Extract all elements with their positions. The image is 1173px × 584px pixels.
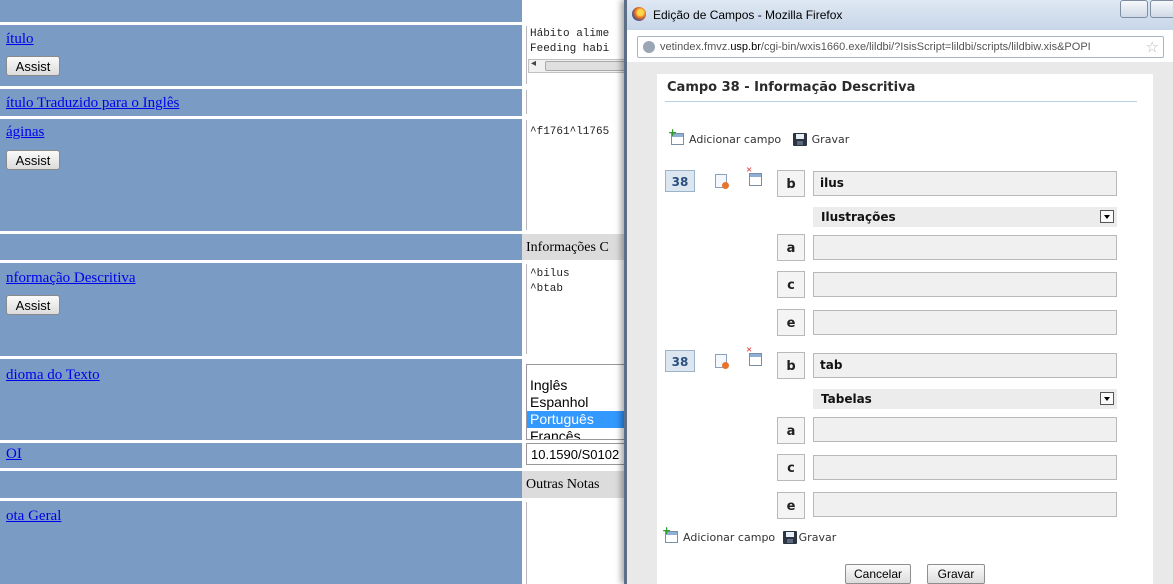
subfield-a-input[interactable] [813,235,1117,260]
firefox-icon [632,7,646,21]
subfield-a-label: a [777,234,805,261]
address-bar[interactable]: vetindex.fmvz.usp.br/cgi-bin/wxis1660.ex… [637,36,1164,58]
add-field-icon[interactable] [668,126,684,145]
save-icon[interactable] [782,530,797,544]
subfield-c-label: c [777,271,805,298]
subfield-b-select-value: Tabelas [821,392,872,406]
edit-occurrence-icon[interactable] [715,174,729,189]
subfield-b-input[interactable]: tab [813,353,1117,378]
idioma-option-frances[interactable]: Francês [527,428,631,439]
paginas-assist-button[interactable]: Assist [6,150,60,170]
doi-input[interactable]: 10.1590/S0102 [526,443,630,465]
delete-occurrence-icon[interactable] [746,344,762,366]
paginas-link[interactable]: áginas [6,124,44,141]
idioma-link[interactable]: dioma do Texto [6,367,100,384]
nota-geral-textarea[interactable] [526,502,631,584]
paginas-textarea[interactable]: ^f1761^l1765 [526,120,631,230]
popup-heading: Campo 38 - Informação Descritiva [667,80,916,95]
save-link-bottom[interactable]: Gravar [799,531,837,544]
subfield-b-label: b [777,352,805,379]
idioma-option-portugues[interactable]: Português [527,411,631,428]
edicao-campos-window: Edição de Campos - Mozilla Firefox vetin… [624,0,1173,584]
info-descritiva-assist-button[interactable]: Assist [6,295,60,315]
idioma-option-espanhol[interactable]: Espanhol [527,394,631,411]
subfield-c-input[interactable] [813,455,1117,480]
subfield-e-label: e [777,309,805,336]
paginas-value: ^f1761^l1765 [530,126,610,138]
idioma-listbox[interactable]: Inglês Espanhol Português Francês [526,364,631,440]
titulo-traduzido-link[interactable]: ítulo Traduzido para o Inglês [6,95,179,112]
edit-occurrence-icon[interactable] [715,354,729,369]
row-separator [0,498,630,501]
add-field-link-bottom[interactable]: Adicionar campo [683,531,775,544]
info-descritiva-link[interactable]: nformação Descritiva [6,270,136,287]
row-separator [0,116,630,119]
nota-geral-link[interactable]: ota Geral [6,508,61,525]
cancel-button[interactable]: Cancelar [845,564,911,584]
bookmark-star-icon[interactable]: ☆ [1146,37,1159,57]
row-separator [0,22,630,25]
heading-divider [665,101,1137,102]
add-field-icon[interactable] [662,524,678,543]
url-text: vetindex.fmvz.usp.br/cgi-bin/wxis1660.ex… [660,41,1091,53]
popup-content: Campo 38 - Informação Descritiva Adicion… [657,74,1153,584]
chevron-down-icon[interactable] [1100,210,1114,223]
field-tag-2: 38 [665,350,695,372]
row-separator [0,356,630,359]
delete-occurrence-icon[interactable] [746,164,762,186]
section-outras-notas-header: Outras Notas [522,471,630,498]
info-descritiva-textarea[interactable]: ^bilus ^btab [526,264,631,354]
popup-page: Campo 38 - Informação Descritiva Adicion… [627,62,1173,584]
subfield-b-select-value: Ilustrações [821,210,896,224]
maximize-window-icon[interactable] [1150,0,1173,18]
subfield-e-input[interactable] [813,492,1117,517]
idioma-option-ingles[interactable]: Inglês [527,377,631,394]
row-separator [0,86,630,89]
subfield-b-label: b [777,170,805,197]
subfield-e-label: e [777,492,805,519]
titulo-horizontal-scrollbar[interactable]: ◂ [528,58,630,73]
window-titlebar[interactable]: Edição de Campos - Mozilla Firefox [627,0,1173,30]
scrollbar-thumb[interactable] [545,61,627,71]
subfield-c-label: c [777,454,805,481]
bottom-toolbar: Adicionar campo Gravar [662,524,844,544]
info-descritiva-line-2: ^btab [530,283,564,295]
subfield-c-input[interactable] [813,272,1117,297]
restore-window-icon[interactable] [1120,0,1148,18]
save-link-top[interactable]: Gravar [812,133,850,146]
window-title: Edição de Campos - Mozilla Firefox [653,8,843,22]
save-icon[interactable] [792,132,807,146]
row-separator [0,260,630,263]
doi-link[interactable]: OI [6,446,22,463]
subfield-a-input[interactable] [813,417,1117,442]
titulo-line-2: Feeding habi [530,43,610,55]
window-controls [1106,0,1173,20]
subfield-e-input[interactable] [813,310,1117,335]
titulo-link[interactable]: ítulo [6,31,34,48]
site-identity-icon[interactable] [643,41,655,53]
subfield-b-select[interactable]: Tabelas [813,389,1117,409]
save-button[interactable]: Gravar [927,564,985,584]
subfield-a-label: a [777,417,805,444]
titulo-textarea[interactable]: Hábito alime Feeding habi [526,26,631,84]
subfield-b-input[interactable]: ilus [813,171,1117,196]
chevron-down-icon[interactable] [1100,392,1114,405]
add-field-link-top[interactable]: Adicionar campo [689,133,781,146]
top-toolbar: Adicionar campo Gravar [668,126,857,146]
scroll-left-icon[interactable]: ◂ [531,58,536,69]
titulo-traduzido-input[interactable] [526,90,631,114]
section-informacoes-header: Informações C [522,234,630,260]
titulo-assist-button[interactable]: Assist [6,56,60,76]
field-tag-1: 38 [665,170,695,192]
subfield-b-select[interactable]: Ilustrações [813,207,1117,227]
